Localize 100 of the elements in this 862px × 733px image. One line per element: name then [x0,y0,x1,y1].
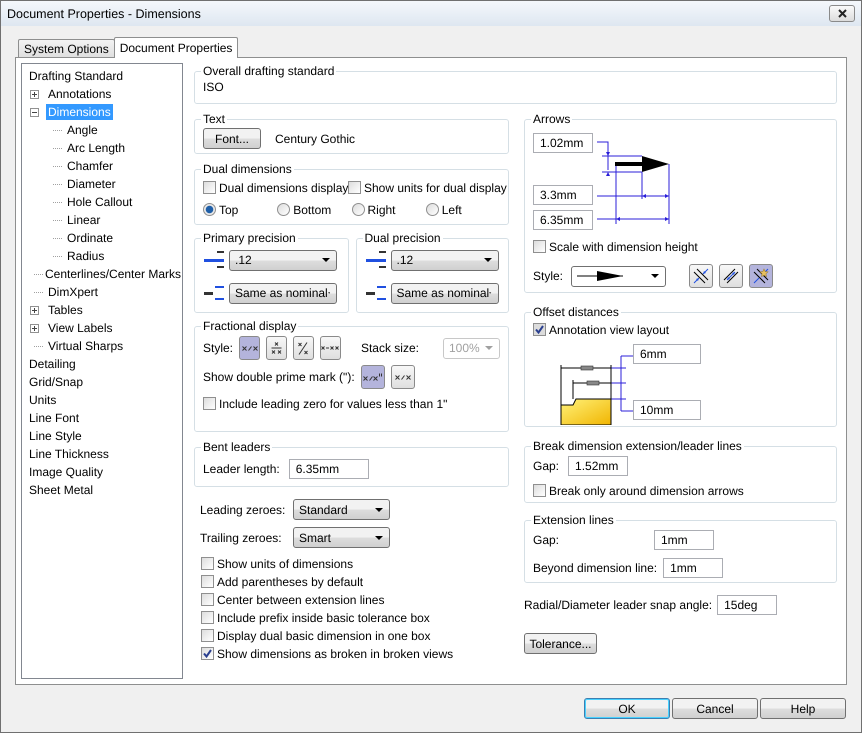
tree-item[interactable]: Line Font [27,410,82,426]
checkbox-label: Show dimensions as broken in broken views [217,646,454,660]
tree-item[interactable]: Sheet Metal [27,482,96,498]
close-button[interactable] [829,5,855,22]
font-button[interactable]: Font... [203,128,261,149]
arrow-placement-button[interactable] [689,264,713,288]
checkbox[interactable] [201,611,214,624]
tree-item[interactable]: Image Quality [27,464,106,480]
tree-item[interactable]: Chamfer [65,158,116,174]
group-title: Text [202,112,226,126]
arrow-head-icon [577,271,623,281]
tab[interactable]: Document Properties [114,37,238,58]
tree-item[interactable]: Radius [65,248,106,264]
tree-item[interactable]: Angle [65,122,100,138]
caret-icon [651,274,659,278]
dropdown[interactable]: Standard [293,499,390,520]
radio-button[interactable] [352,203,364,216]
expand-icon[interactable] [30,306,39,314]
checkbox[interactable] [203,397,216,410]
radio-label: Top [219,202,238,216]
caret-icon [322,258,330,262]
arrow-style-dropdown[interactable] [571,266,666,286]
tree-item[interactable]: Diameter [65,176,118,192]
tree-item[interactable]: Annotations [46,86,114,102]
checkbox[interactable] [201,557,214,570]
input-field[interactable]: 6mm [633,344,701,364]
radio-button[interactable] [277,203,290,216]
tree-item[interactable]: Grid/Snap [27,374,86,390]
checkbox[interactable] [533,323,546,336]
style-label: Style: [533,269,564,283]
fraction-style-icon [298,342,308,354]
tree-item[interactable]: Hole Callout [65,194,134,210]
checkbox-label: Show units of dimensions [217,556,354,570]
extension-label: Beyond dimension line: [533,561,658,575]
tree-item[interactable]: Line Style [27,428,84,444]
tab[interactable]: System Options [18,39,115,57]
prime-style-button[interactable] [360,365,385,389]
checkbox-label: Include leading zero for values less than 1" [219,396,448,410]
tree-item[interactable]: Ordinate [65,230,116,246]
fraction-style-button[interactable] [292,336,314,360]
tree-item[interactable]: Virtual Sharps [46,338,126,354]
checkbox[interactable] [201,593,214,606]
dropdown[interactable]: Same as nominal [390,282,498,304]
group-title: Bent leaders [202,440,272,454]
dropdown[interactable]: Same as nominal [229,282,337,304]
dialog-button[interactable]: Cancel [672,698,758,719]
input-field[interactable]: 1mm [663,558,724,578]
collapse-icon[interactable] [30,108,39,116]
checkbox-label: Break only around dimension arrows [549,484,744,498]
arrow-placement-button[interactable] [719,264,743,288]
input-field[interactable]: 1mm [654,530,714,550]
checkbox[interactable] [201,575,214,588]
group-title: Offset distances [532,305,620,319]
radio-button[interactable] [203,203,216,216]
input-field[interactable]: 10mm [633,400,701,420]
dialog-button[interactable]: OK [584,698,670,719]
double-prime-label: Show double prime mark ("): [203,370,355,384]
input-field[interactable]: 3.3mm [533,185,593,205]
tree-item[interactable]: Arc Length [65,140,128,156]
tree-item[interactable]: Line Thickness [27,446,111,462]
input-field[interactable]: 6.35mm [288,459,369,479]
fraction-style-button[interactable] [266,336,287,360]
fraction-style-button[interactable] [320,336,341,360]
arrow-placement-button[interactable] [749,264,773,288]
tree-item[interactable]: Linear [65,212,102,228]
checkbox[interactable] [533,484,546,497]
tree-item[interactable]: Detailing [27,356,78,372]
dropdown[interactable]: Smart [293,527,390,548]
caret-icon [485,346,493,350]
leader-length-label: Leader length: [203,462,280,476]
input-field[interactable]: 1.52mm [568,456,628,476]
expand-icon[interactable] [30,324,39,332]
stack-size-label: Stack size: [360,341,419,355]
checkbox[interactable] [348,181,361,194]
style-label: Style: [203,341,234,355]
tree-item[interactable]: Drafting Standard [27,68,126,84]
input-field[interactable]: 15deg [717,595,778,615]
tree-item[interactable]: Units [27,392,58,408]
checkbox[interactable] [533,240,546,253]
checkbox[interactable] [201,629,214,642]
fraction-style-icon [394,374,411,380]
expand-icon[interactable] [30,90,39,98]
tree-item[interactable]: Tables [46,302,85,318]
input-field[interactable]: 6.35mm [533,210,593,230]
tree-item[interactable]: Centerlines/Center Marks [43,266,184,282]
radio-button[interactable] [426,203,439,216]
prime-style-button[interactable] [390,365,415,389]
input-field[interactable]: 1.02mm [533,133,593,153]
tolerance-button[interactable]: Tolerance... [524,633,597,654]
dropdown[interactable]: .12 [229,250,337,270]
checkbox[interactable] [203,181,216,194]
tree-item[interactable]: DimXpert [46,284,100,300]
tree-item[interactable]: View Labels [46,320,114,336]
caret-icon [375,536,383,540]
checkbox-label: Annotation view layout [549,322,670,336]
checkbox[interactable] [201,647,214,660]
dialog-button[interactable]: Help [760,698,846,719]
group-title: Break dimension extension/leader lines [532,439,743,453]
fraction-style-button[interactable] [239,336,260,360]
dropdown[interactable]: .12 [390,250,498,270]
